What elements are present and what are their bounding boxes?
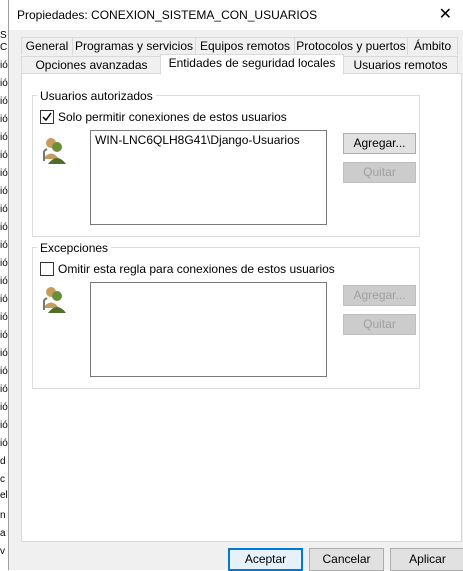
background-text: ió	[0, 60, 8, 71]
remove-exception-button[interactable]: Quitar	[343, 314, 416, 335]
tab-remote-computers[interactable]: Equipos remotos	[195, 37, 295, 55]
tab-local-principals[interactable]: Entidades de seguridad locales	[160, 54, 344, 75]
properties-dialog: Propiedades: CONEXION_SISTEMA_CON_USUARI…	[8, 0, 463, 571]
authorized-users-list[interactable]: WIN-LNC6QLH8G41\Django-Usuarios	[90, 130, 327, 225]
background-text: c	[0, 474, 5, 485]
background-text: ió	[0, 294, 8, 305]
add-exception-button[interactable]: Agregar...	[343, 285, 416, 306]
background-text: a	[0, 528, 6, 539]
title-bar: Propiedades: CONEXION_SISTEMA_CON_USUARI…	[9, 0, 463, 30]
tab-remote-users[interactable]: Usuarios remotos	[343, 56, 458, 74]
tab-advanced[interactable]: Opciones avanzadas	[21, 56, 162, 74]
users-icon	[43, 287, 66, 313]
list-item[interactable]: WIN-LNC6QLH8G41\Django-Usuarios	[95, 133, 300, 147]
users-icon	[43, 138, 66, 164]
add-authorized-button[interactable]: Agregar...	[343, 133, 416, 154]
skip-rule-label: Omitir esta regla para conexiones de est…	[58, 262, 335, 276]
apply-button[interactable]: Aplicar	[390, 548, 463, 571]
tab-programs-services[interactable]: Programas y servicios	[72, 37, 196, 55]
background-text: ió	[0, 186, 8, 197]
background-text: ió	[0, 96, 8, 107]
background-text: n	[0, 510, 6, 521]
background-text: ió	[0, 168, 8, 179]
cancel-button[interactable]: Cancelar	[309, 548, 384, 571]
tab-protocols-ports[interactable]: Protocolos y puertos	[294, 37, 408, 55]
background-text: el	[0, 490, 8, 501]
exceptions-label: Excepciones	[37, 241, 112, 255]
background-text: ió	[0, 312, 8, 323]
tab-scope[interactable]: Ámbito	[407, 37, 458, 55]
background-window-strip: S C ió ió ió ió ió ió ió ió ió ió ió ió …	[0, 0, 8, 570]
skip-rule-checkbox[interactable]	[40, 262, 54, 276]
background-text: ió	[0, 132, 8, 143]
background-text: S	[0, 30, 7, 41]
check-icon	[42, 112, 52, 122]
background-text: ió	[0, 204, 8, 215]
authorized-users-label: Usuarios autorizados	[37, 89, 156, 103]
background-text: ió	[0, 330, 8, 341]
background-text: ió	[0, 150, 8, 161]
background-text: ió	[0, 240, 8, 251]
background-text: ió	[0, 384, 8, 395]
background-text: ió	[0, 438, 8, 449]
window-title: Propiedades: CONEXION_SISTEMA_CON_USUARI…	[17, 8, 318, 22]
background-text: ió	[0, 78, 8, 89]
background-text: ió	[0, 420, 8, 431]
background-text: v	[0, 546, 5, 557]
background-text: ió	[0, 258, 8, 269]
background-text: C	[0, 42, 8, 53]
background-text: ió	[0, 348, 8, 359]
close-icon[interactable]: ✕	[439, 4, 452, 24]
background-text: ió	[0, 366, 8, 377]
only-allow-checkbox[interactable]	[40, 110, 54, 124]
remove-authorized-button[interactable]: Quitar	[343, 162, 416, 183]
background-text: ió	[0, 114, 8, 125]
tab-panel: Usuarios autorizados Solo permitir conex…	[21, 73, 462, 542]
background-text: d	[0, 456, 6, 467]
only-allow-label: Solo permitir conexiones de estos usuari…	[58, 110, 287, 124]
tab-general[interactable]: General	[21, 37, 73, 55]
exceptions-list[interactable]	[90, 282, 327, 377]
ok-button[interactable]: Aceptar	[228, 548, 303, 571]
background-text: ió	[0, 276, 8, 287]
background-text: ió	[0, 222, 8, 233]
background-text: ió	[0, 402, 8, 413]
